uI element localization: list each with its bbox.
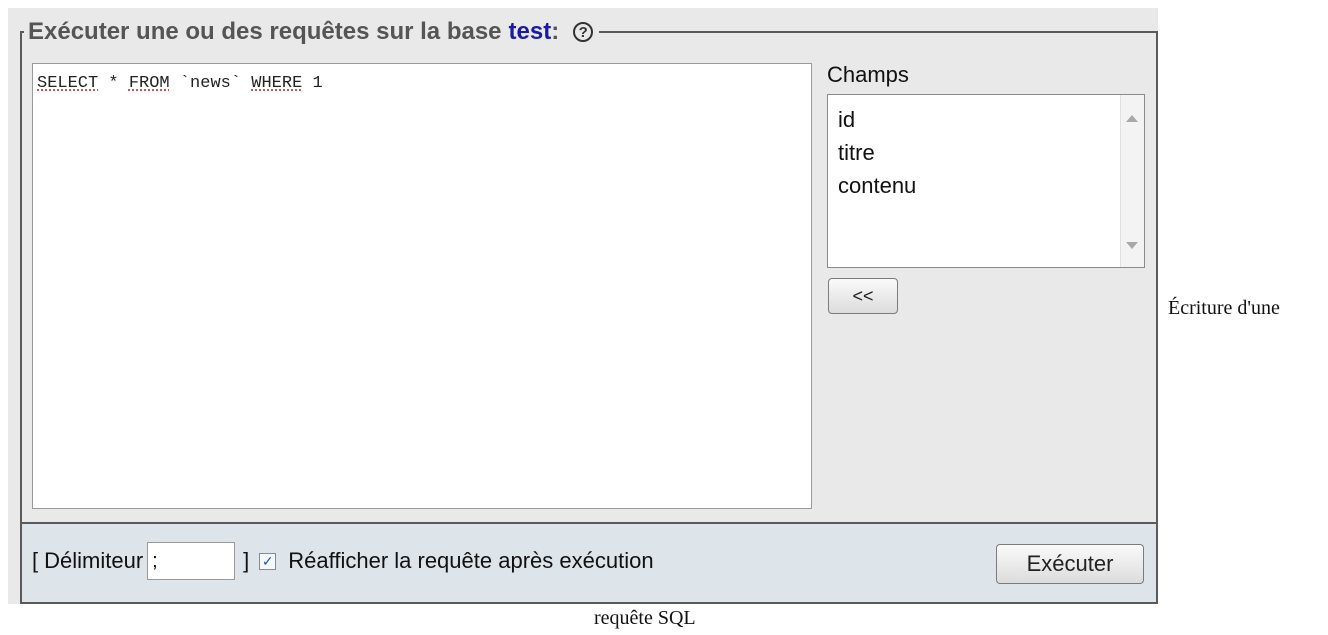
footer-options: [ Délimiteur ] ✓ Réafficher la requête a…	[32, 542, 654, 580]
show-query-checkbox[interactable]: ✓	[259, 552, 277, 570]
query-keyword-from: FROM	[128, 74, 170, 93]
caption-line-1: Écriture d'une	[1168, 297, 1280, 319]
caption-line-2: requête SQL	[594, 607, 696, 629]
field-item-id[interactable]: id	[838, 103, 1144, 136]
field-item-titre[interactable]: titre	[838, 136, 1144, 169]
close-bracket: ]	[243, 548, 250, 573]
query-keyword-where: WHERE	[251, 74, 303, 93]
fields-items: id titre contenu	[828, 95, 1144, 202]
query-token: *	[98, 74, 129, 93]
legend-colon: :	[551, 18, 560, 45]
check-icon: ✓	[261, 553, 274, 569]
execute-button[interactable]: Exécuter	[996, 544, 1144, 584]
query-token: 1	[302, 74, 323, 93]
fields-label: Champs	[827, 62, 909, 87]
open-bracket: [	[32, 548, 39, 573]
insert-field-button[interactable]: <<	[828, 278, 898, 314]
show-query-label[interactable]: Réafficher la requête après exécution	[288, 548, 653, 574]
help-icon[interactable]: ?	[573, 22, 594, 42]
delimiter-label: Délimiteur	[44, 548, 144, 573]
database-name[interactable]: test	[509, 16, 552, 48]
query-keyword-select: SELECT	[37, 74, 99, 93]
query-footer: [ Délimiteur ] ✓ Réafficher la requête a…	[20, 522, 1158, 604]
fields-listbox[interactable]: id titre contenu	[827, 94, 1145, 268]
arrow-down-icon[interactable]	[1126, 242, 1138, 249]
sql-query-panel: Exécuter une ou des requêtes sur la base…	[8, 8, 1158, 604]
field-item-contenu[interactable]: contenu	[838, 169, 1144, 202]
fieldset-legend: Exécuter une ou des requêtes sur la base…	[24, 16, 600, 48]
arrow-up-icon[interactable]	[1126, 115, 1138, 122]
sql-query-textarea[interactable]: SELECT * FROM `news` WHERE 1	[32, 63, 812, 509]
fields-scrollbar[interactable]	[1120, 95, 1144, 267]
delimiter-input[interactable]	[147, 542, 236, 580]
query-token: `news`	[169, 74, 252, 93]
legend-text: Exécuter une ou des requêtes sur la base	[28, 18, 502, 45]
